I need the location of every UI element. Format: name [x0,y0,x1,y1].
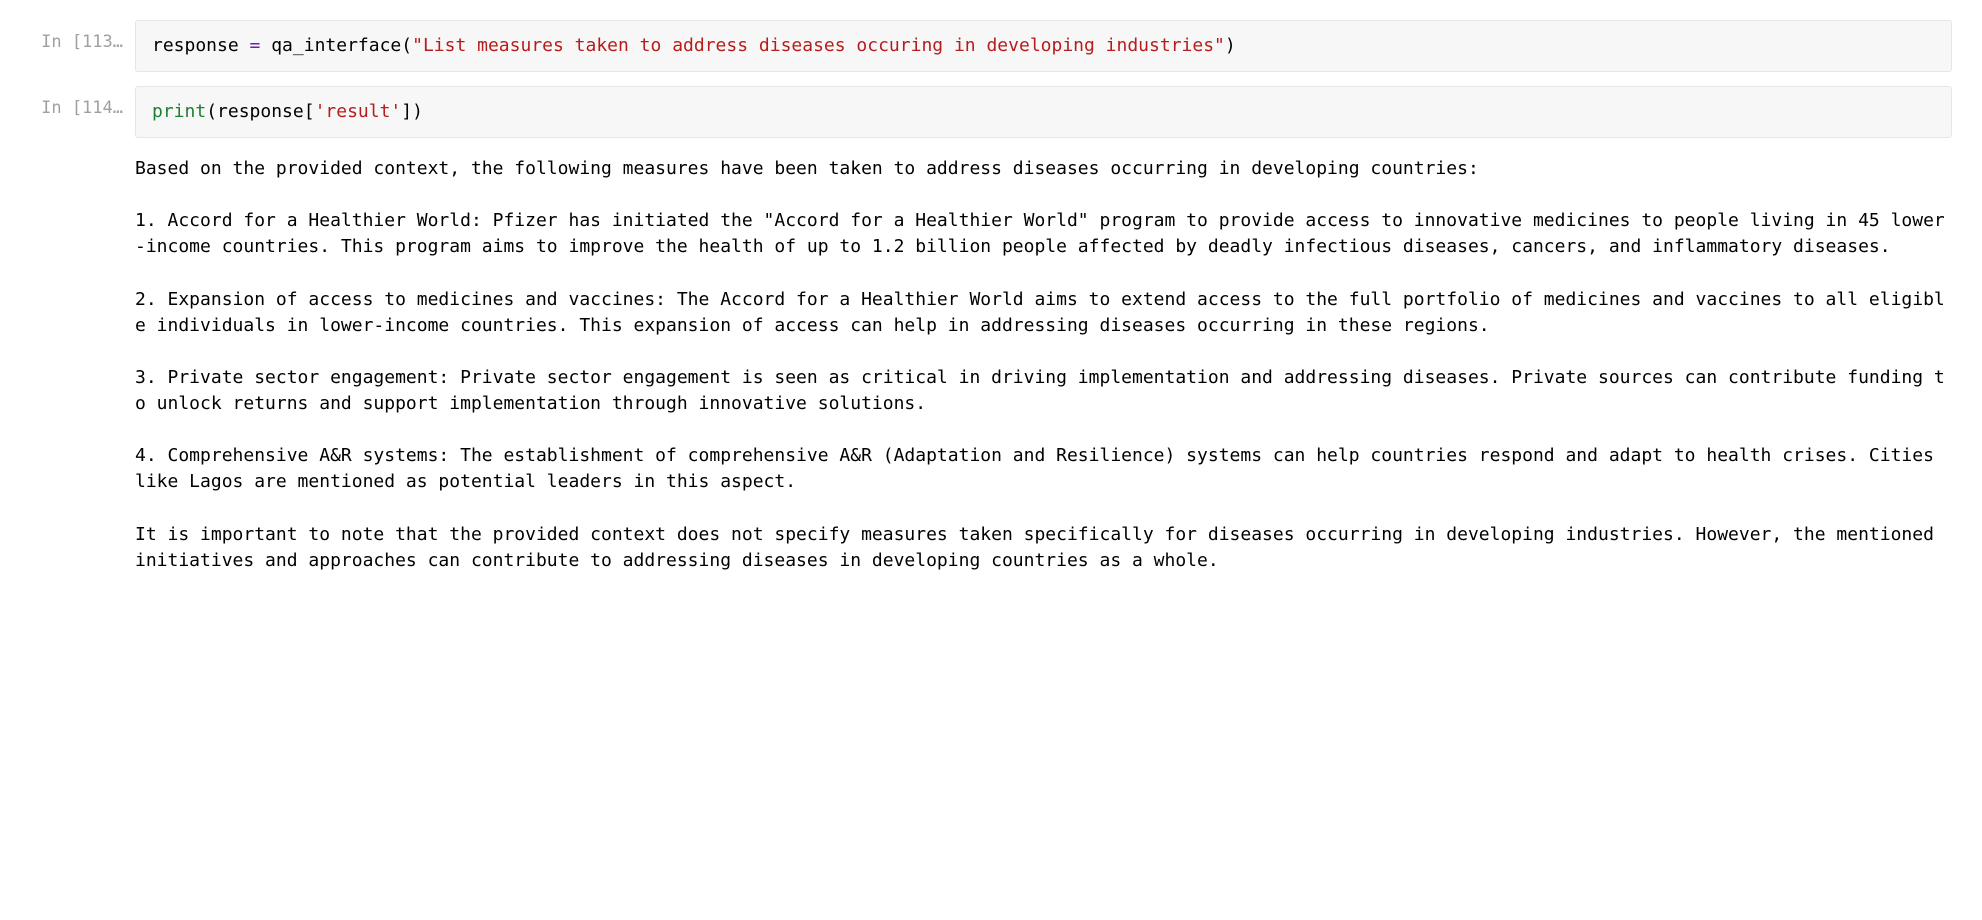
code-token-paren-open: ( [401,35,412,56]
cell-body: Based on the provided context, the follo… [135,152,1952,574]
cell-prompt: In [114… [30,86,135,121]
code-cell: In [113… response = qa_interface("List m… [30,20,1952,72]
code-token-variable: response [152,35,239,56]
code-token-paren-open: ( [206,101,217,122]
code-token-paren-close: ) [1225,35,1236,56]
cell-body: print(response['result']) [135,86,1952,138]
notebook-container: In [113… response = qa_interface("List m… [0,0,1982,618]
code-token-builtin: print [152,101,206,122]
output-prompt-empty [30,152,135,162]
code-token-bracket-close: ] [401,101,412,122]
code-token-string: 'result' [315,101,402,122]
cell-body: response = qa_interface("List measures t… [135,20,1952,72]
code-cell: In [114… print(response['result']) [30,86,1952,138]
code-input-area[interactable]: print(response['result']) [135,86,1952,138]
code-token-bracket-open: [ [304,101,315,122]
output-cell: Based on the provided context, the follo… [30,152,1952,574]
code-token-paren-close: ) [412,101,423,122]
code-token-operator: = [239,35,272,56]
code-token-variable: response [217,101,304,122]
code-token-function: qa_interface [271,35,401,56]
code-input-area[interactable]: response = qa_interface("List measures t… [135,20,1952,72]
stdout-output: Based on the provided context, the follo… [135,152,1952,574]
cell-prompt: In [113… [30,20,135,55]
code-token-string: "List measures taken to address diseases… [412,35,1225,56]
